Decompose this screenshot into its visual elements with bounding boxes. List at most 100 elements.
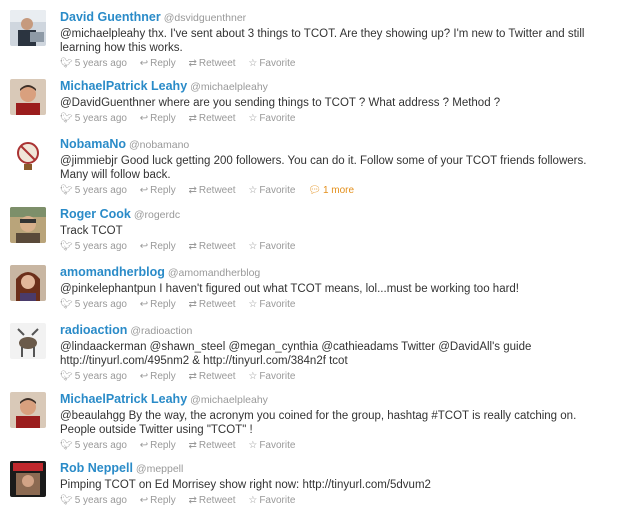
user-handle[interactable]: @radioaction bbox=[130, 325, 192, 337]
reply-button[interactable]: ↩ Reply bbox=[140, 299, 176, 310]
twitter-bird-icon: 🐦︎ bbox=[60, 58, 73, 69]
star-icon: ☆ bbox=[248, 113, 258, 124]
avatar[interactable] bbox=[10, 10, 46, 46]
star-icon: ☆ bbox=[248, 440, 258, 451]
avatar[interactable] bbox=[10, 207, 46, 243]
reply-button[interactable]: ↩ Reply bbox=[140, 495, 176, 506]
user-name[interactable]: amomandherblog bbox=[60, 265, 165, 279]
timestamp[interactable]: 🐦︎ 5 years ago bbox=[60, 440, 127, 451]
retweet-button[interactable]: ⇄ Retweet bbox=[189, 495, 236, 506]
star-icon: ☆ bbox=[248, 241, 258, 252]
avatar[interactable] bbox=[10, 137, 46, 173]
user-name[interactable]: David Guenthner bbox=[60, 10, 161, 24]
reply-button[interactable]: ↩ Reply bbox=[140, 440, 176, 451]
retweet-icon: ⇄ bbox=[188, 58, 197, 69]
retweet-icon: ⇄ bbox=[188, 241, 197, 252]
favorite-button[interactable]: ☆ Favorite bbox=[248, 440, 295, 451]
tweet-text: @jimmiebjr Good luck getting 200 followe… bbox=[60, 155, 587, 181]
twitter-bird-icon: 🐦︎ bbox=[60, 440, 73, 451]
user-name[interactable]: Rob Neppell bbox=[60, 461, 133, 475]
tweet-actions: 🐦︎ 5 years ago ↩ Reply ⇄ Retweet ☆ Favorite bbox=[60, 57, 610, 70]
reply-button[interactable]: ↩ Reply bbox=[140, 58, 176, 69]
retweet-icon: ⇄ bbox=[188, 371, 197, 382]
reply-icon: ↩ bbox=[139, 185, 149, 196]
retweet-button[interactable]: ⇄ Retweet bbox=[189, 185, 236, 196]
tweet-text: @lindaackerman @shawn_steel @megan_cynth… bbox=[60, 341, 532, 367]
retweet-icon: ⇄ bbox=[188, 185, 197, 196]
reply-icon: ↩ bbox=[139, 299, 149, 310]
favorite-button[interactable]: ☆ Favorite bbox=[248, 371, 295, 382]
retweet-button[interactable]: ⇄ Retweet bbox=[189, 241, 236, 252]
tweet-text: @pinkelephantpun I haven't figured out w… bbox=[60, 283, 520, 295]
timestamp[interactable]: 🐦︎ 5 years ago bbox=[60, 185, 127, 196]
reply-icon: ↩ bbox=[139, 440, 149, 451]
tweet-text: Pimping TCOT on Ed Morrisey show right n… bbox=[60, 479, 431, 491]
twitter-bird-icon: 🐦︎ bbox=[60, 113, 73, 124]
reply-icon: ↩ bbox=[139, 371, 149, 382]
twitter-bird-icon: 🐦︎ bbox=[60, 371, 73, 382]
favorite-button[interactable]: ☆ Favorite bbox=[248, 58, 295, 69]
star-icon: ☆ bbox=[248, 58, 258, 69]
tweet-actions: 🐦︎ 5 years ago ↩ Reply ⇄ Retweet ☆ Favorite bbox=[60, 370, 610, 383]
retweet-icon: ⇄ bbox=[188, 440, 197, 451]
conversation-more-link[interactable]: 💬︎ 1 more bbox=[308, 185, 354, 196]
retweet-button[interactable]: ⇄ Retweet bbox=[189, 113, 236, 124]
star-icon: ☆ bbox=[248, 371, 258, 382]
reply-button[interactable]: ↩ Reply bbox=[140, 371, 176, 382]
timestamp[interactable]: 🐦︎ 5 years ago bbox=[60, 371, 127, 382]
favorite-button[interactable]: ☆ Favorite bbox=[248, 495, 295, 506]
user-name[interactable]: NobamaNo bbox=[60, 137, 126, 151]
twitter-bird-icon: 🐦︎ bbox=[60, 495, 73, 506]
favorite-button[interactable]: ☆ Favorite bbox=[248, 299, 295, 310]
tweet-actions: 🐦︎ 5 years ago ↩ Reply ⇄ Retweet ☆ Favorite bbox=[60, 240, 610, 253]
twitter-bird-icon: 🐦︎ bbox=[60, 299, 73, 310]
user-handle[interactable]: @michaelpleahy bbox=[190, 81, 268, 93]
user-name[interactable]: MichaelPatrick Leahy bbox=[60, 79, 187, 93]
favorite-button[interactable]: ☆ Favorite bbox=[248, 113, 295, 124]
tweet-actions: 🐦︎ 5 years ago ↩ Reply ⇄ Retweet ☆ Favorite bbox=[60, 494, 610, 507]
tweet-actions: 🐦︎ 5 years ago ↩ Reply ⇄ Retweet ☆ Favorite bbox=[60, 298, 610, 311]
avatar[interactable] bbox=[10, 392, 46, 428]
user-name[interactable]: radioaction bbox=[60, 323, 127, 337]
timestamp[interactable]: 🐦︎ 5 years ago bbox=[60, 58, 127, 69]
user-handle[interactable]: @amomandherblog bbox=[168, 267, 260, 279]
star-icon: ☆ bbox=[248, 185, 258, 196]
timestamp[interactable]: 🐦︎ 5 years ago bbox=[60, 495, 127, 506]
tweet-text: @DavidGuenthner where are you sending th… bbox=[60, 97, 501, 109]
retweet-button[interactable]: ⇄ Retweet bbox=[189, 58, 236, 69]
avatar[interactable] bbox=[10, 461, 46, 497]
user-name[interactable]: MichaelPatrick Leahy bbox=[60, 392, 187, 406]
retweet-icon: ⇄ bbox=[188, 495, 197, 506]
reply-button[interactable]: ↩ Reply bbox=[140, 185, 176, 196]
retweet-button[interactable]: ⇄ Retweet bbox=[189, 299, 236, 310]
avatar[interactable] bbox=[10, 323, 46, 359]
retweet-button[interactable]: ⇄ Retweet bbox=[189, 371, 236, 382]
reply-icon: ↩ bbox=[139, 241, 149, 252]
user-handle[interactable]: @rogerdc bbox=[134, 209, 180, 221]
timestamp[interactable]: 🐦︎ 5 years ago bbox=[60, 241, 127, 252]
retweet-button[interactable]: ⇄ Retweet bbox=[189, 440, 236, 451]
twitter-bird-icon: 🐦︎ bbox=[60, 241, 73, 252]
avatar[interactable] bbox=[10, 79, 46, 115]
tweet-text: @beaulahgg By the way, the acronym you c… bbox=[60, 410, 577, 436]
retweet-icon: ⇄ bbox=[188, 113, 197, 124]
user-name[interactable]: Roger Cook bbox=[60, 207, 131, 221]
tweet-text: Track TCOT bbox=[60, 225, 123, 237]
avatar[interactable] bbox=[10, 265, 46, 301]
reply-button[interactable]: ↩ Reply bbox=[140, 113, 176, 124]
user-handle[interactable]: @dsvidguenthner bbox=[164, 12, 246, 24]
user-handle[interactable]: @nobamano bbox=[129, 139, 189, 151]
tweet-actions: 🐦︎ 5 years ago ↩ Reply ⇄ Retweet ☆ Favorite bbox=[60, 439, 610, 452]
reply-icon: ↩ bbox=[139, 58, 149, 69]
reply-button[interactable]: ↩ Reply bbox=[140, 241, 176, 252]
user-handle[interactable]: @michaelpleahy bbox=[190, 394, 268, 406]
reply-icon: ↩ bbox=[139, 495, 149, 506]
timestamp[interactable]: 🐦︎ 5 years ago bbox=[60, 299, 127, 310]
retweet-icon: ⇄ bbox=[188, 299, 197, 310]
favorite-button[interactable]: ☆ Favorite bbox=[248, 185, 295, 196]
user-handle[interactable]: @meppell bbox=[136, 463, 183, 475]
speech-bubble-icon: 💬︎ bbox=[308, 185, 321, 196]
tweet-text: @michaelpleahy thx. I've sent about 3 th… bbox=[60, 28, 585, 54]
favorite-button[interactable]: ☆ Favorite bbox=[248, 241, 295, 252]
timestamp[interactable]: 🐦︎ 5 years ago bbox=[60, 113, 127, 124]
